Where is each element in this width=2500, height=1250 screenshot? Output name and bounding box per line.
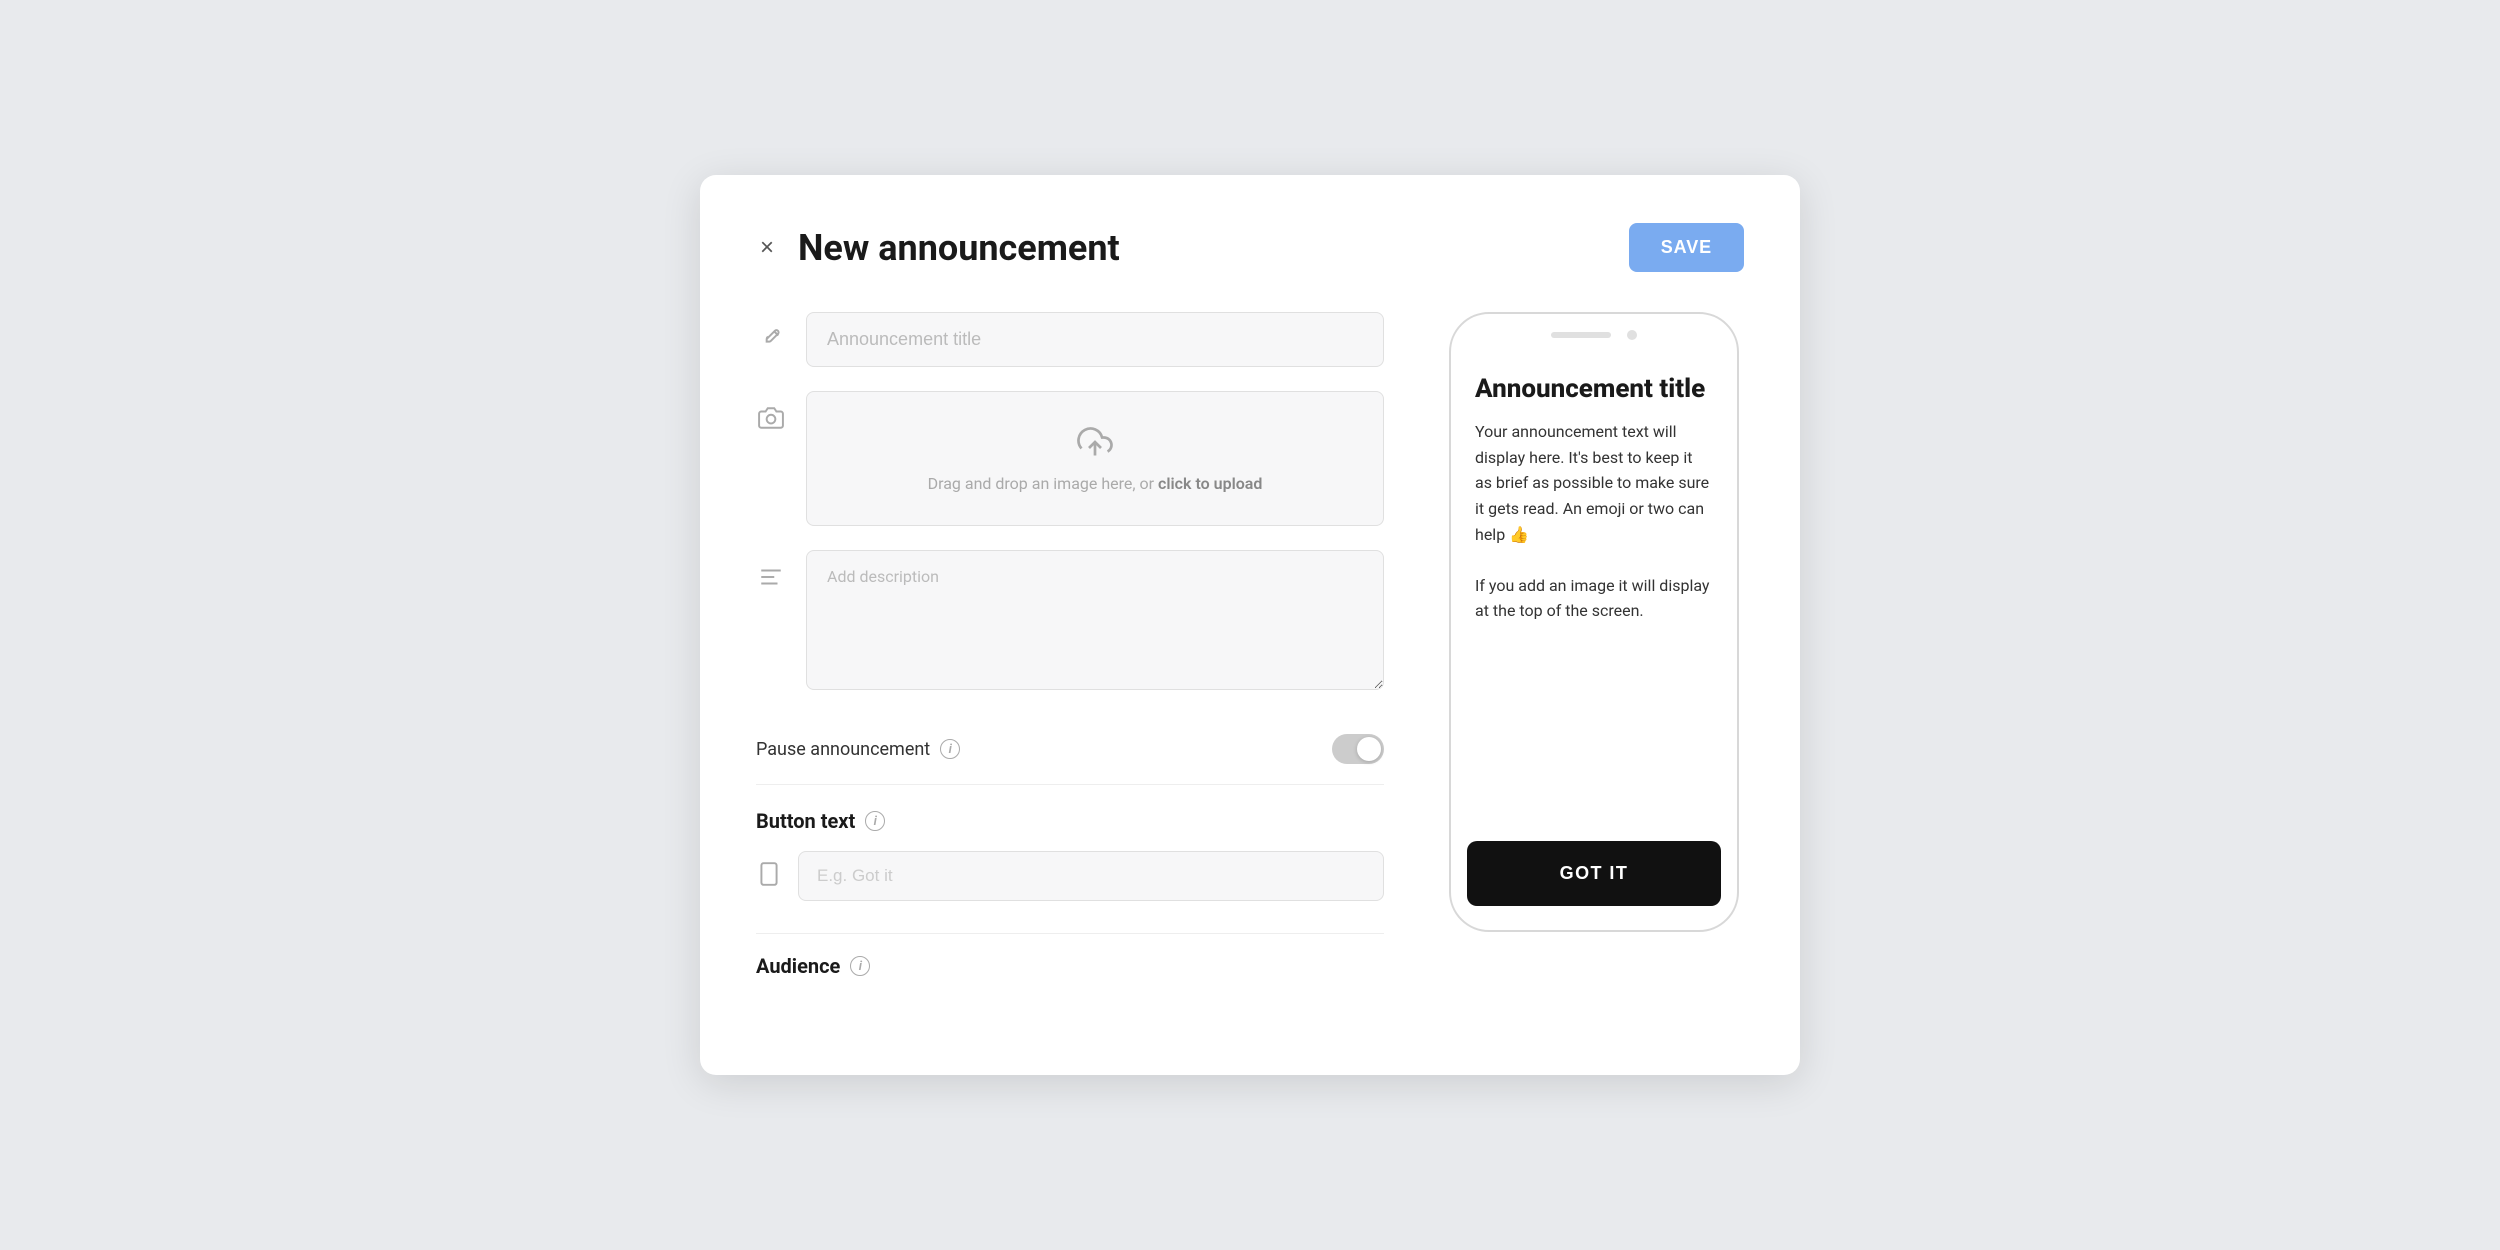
upload-text: Drag and drop an image here, or click to… [928,474,1263,493]
phone-icon [756,861,782,891]
title-field-row [756,312,1384,367]
modal-header: × New announcement SAVE [756,223,1744,272]
audience-info-icon[interactable]: i [850,956,870,976]
phone-top-bar [1451,314,1737,350]
pause-toggle-row: Pause announcement i [756,714,1384,785]
preview-section: Announcement title Your announcement tex… [1444,312,1744,978]
pause-label: Pause announcement i [756,739,960,760]
phone-speaker [1551,332,1611,338]
button-text-section-title: Button text i [756,809,1384,833]
description-field-row [756,550,1384,690]
image-field-row: Drag and drop an image here, or click to… [756,391,1384,526]
pencil-icon [756,326,786,358]
phone-camera [1627,330,1637,340]
image-upload-area[interactable]: Drag and drop an image here, or click to… [806,391,1384,526]
audience-section-title: Audience i [756,954,1384,978]
announcement-title-input[interactable] [806,312,1384,367]
button-text-row [756,851,1384,901]
modal-header-left: × New announcement [756,227,1120,269]
save-button[interactable]: SAVE [1629,223,1744,272]
description-textarea[interactable] [806,550,1384,690]
form-section: Drag and drop an image here, or click to… [756,312,1384,978]
got-it-button[interactable]: GOT IT [1467,841,1721,906]
preview-body-text: Your announcement text will display here… [1475,419,1713,829]
phone-content: Announcement title Your announcement tex… [1451,350,1737,841]
modal-body: Drag and drop an image here, or click to… [756,312,1744,978]
camera-icon [756,405,786,437]
button-text-info-icon[interactable]: i [865,811,885,831]
button-text-input[interactable] [798,851,1384,901]
align-left-icon [756,564,786,596]
modal-title: New announcement [798,227,1120,269]
phone-mockup: Announcement title Your announcement tex… [1449,312,1739,932]
upload-icon [1077,424,1113,464]
new-announcement-modal: × New announcement SAVE [700,175,1800,1075]
close-button[interactable]: × [756,232,778,264]
preview-title: Announcement title [1475,374,1713,405]
pause-toggle[interactable] [1332,734,1384,764]
divider [756,933,1384,934]
pause-info-icon[interactable]: i [940,739,960,759]
